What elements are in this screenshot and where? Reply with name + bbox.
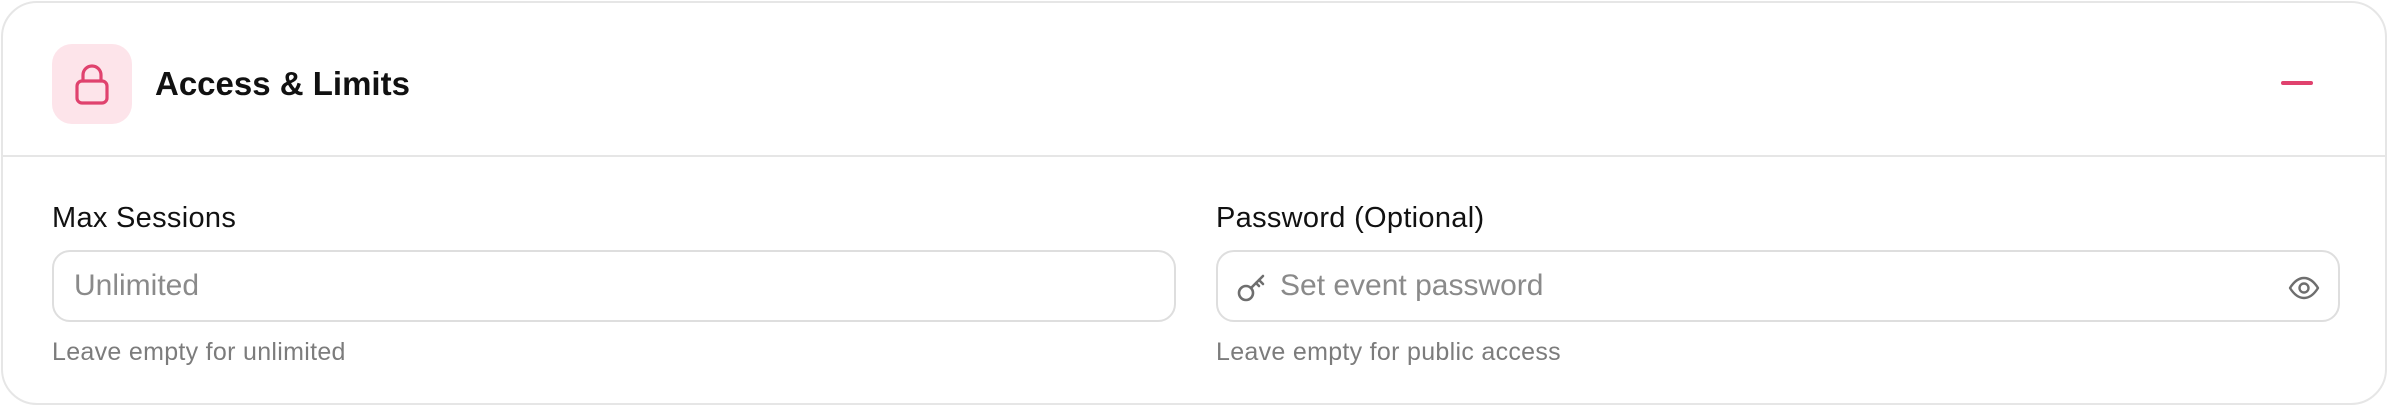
- password-hint: Leave empty for public access: [1216, 338, 1561, 366]
- password-input[interactable]: [1280, 252, 2268, 320]
- key-icon: [1234, 270, 1270, 306]
- max-sessions-hint: Leave empty for unlimited: [52, 338, 346, 366]
- password-field[interactable]: [1216, 250, 2340, 322]
- lock-icon-tile: [52, 44, 132, 124]
- minus-icon: [2281, 81, 2313, 85]
- collapse-button[interactable]: [2275, 63, 2319, 103]
- max-sessions-input[interactable]: [74, 252, 1154, 320]
- lock-icon: [75, 64, 109, 105]
- section-title: Access & Limits: [155, 65, 410, 102]
- max-sessions-field[interactable]: [52, 250, 1176, 322]
- access-limits-card: Access & Limits Max Sessions Leave empty…: [1, 1, 2387, 405]
- max-sessions-label: Max Sessions: [52, 202, 237, 234]
- password-label: Password (Optional): [1216, 202, 1485, 234]
- eye-icon[interactable]: [2286, 270, 2322, 306]
- section-header[interactable]: Access & Limits: [3, 3, 2385, 157]
